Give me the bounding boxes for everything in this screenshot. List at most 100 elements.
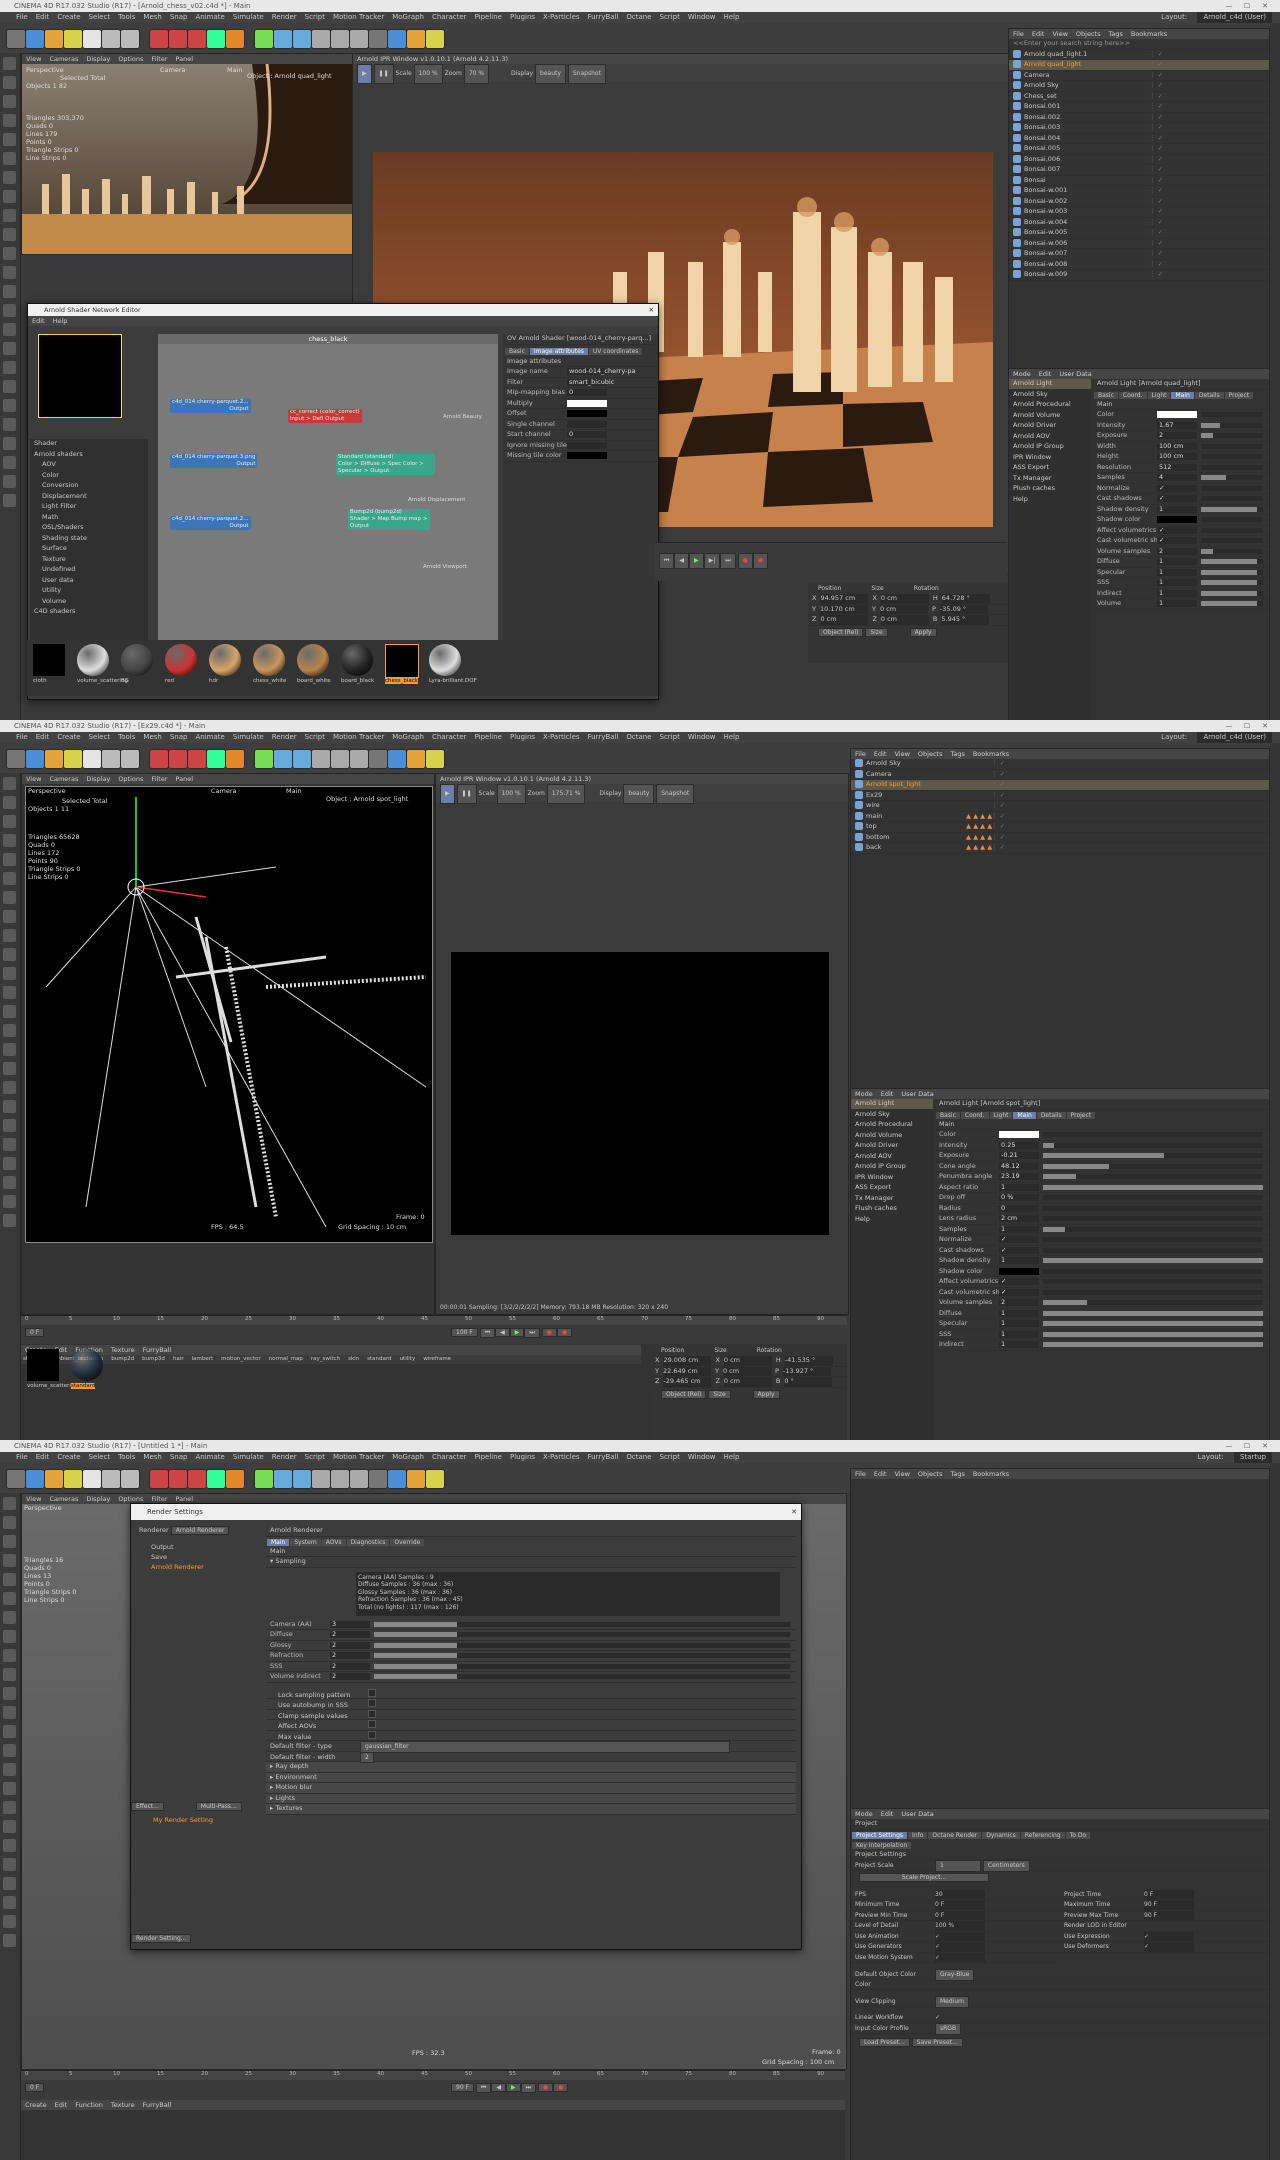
attribute-slider[interactable]: [1201, 569, 1263, 575]
menu-item[interactable]: Script: [660, 1452, 680, 1463]
object-row[interactable]: Camera ⋮ ✓: [851, 769, 1269, 780]
go-start-button[interactable]: ⏮: [475, 2083, 492, 2093]
tool-icon[interactable]: [3, 1024, 16, 1037]
toolbar-button[interactable]: [311, 29, 331, 49]
checkbox-row[interactable]: Max value: [266, 1730, 796, 1741]
tab[interactable]: Project: [1066, 1111, 1096, 1119]
tool-icon[interactable]: [3, 948, 16, 961]
display-select[interactable]: beauty: [623, 784, 655, 804]
tab[interactable]: System: [290, 1538, 321, 1546]
menu-item[interactable]: Motion Tracker: [333, 12, 384, 23]
setting-value[interactable]: ✓: [1144, 1931, 1194, 1941]
attribute-value[interactable]: 1: [999, 1320, 1039, 1327]
tool-icon[interactable]: [3, 967, 16, 980]
objmgr-menu-item[interactable]: Tags: [950, 1470, 964, 1478]
autokey-button[interactable]: ●: [553, 2083, 569, 2092]
attribute-slider[interactable]: [1201, 580, 1263, 585]
coord-field[interactable]: -41.535 °: [784, 1356, 833, 1366]
tool-icon[interactable]: [3, 209, 16, 222]
attribute-slider[interactable]: [1201, 601, 1263, 606]
attribute-value[interactable]: 1: [999, 1309, 1039, 1317]
attribute-value[interactable]: 1: [1157, 589, 1197, 597]
tab[interactable]: Light: [989, 1111, 1013, 1119]
attribute-value[interactable]: 2: [330, 1652, 370, 1659]
toolbar-button[interactable]: [425, 749, 445, 769]
shader-tree-item[interactable]: Volume: [30, 597, 148, 607]
shader-tree-item[interactable]: Utility: [30, 586, 148, 597]
filter-width-field[interactable]: 2: [360, 1751, 374, 1763]
arnold-menu-item[interactable]: Arnold Light: [1009, 379, 1091, 390]
toolbar-button[interactable]: [225, 749, 245, 769]
toolbar-button[interactable]: [273, 1469, 293, 1489]
toolbar-button[interactable]: [25, 1469, 45, 1489]
tool-icon[interactable]: [3, 1915, 16, 1928]
attribute-slider[interactable]: [374, 1653, 790, 1658]
tool-icon[interactable]: [3, 1687, 16, 1700]
material-swatch[interactable]: [121, 644, 153, 676]
attribute-value[interactable]: -0.21: [999, 1152, 1039, 1159]
material-tag[interactable]: ray_switch: [311, 1356, 340, 1362]
attribute-slider[interactable]: [1201, 422, 1263, 428]
attribute-value[interactable]: 2 cm: [999, 1215, 1039, 1222]
timeline[interactable]: 0 5 10 15 20 25 30 35 40 45 50 55 60 65 70 75 80 85 90 0 F…: [21, 1315, 847, 1344]
arnold-menu-item[interactable]: Arnold IP Group: [1009, 442, 1091, 453]
attr-value[interactable]: 0: [567, 431, 607, 438]
close-icon[interactable]: ✕: [1256, 720, 1274, 732]
visibility-dots[interactable]: ⋮ ✓: [991, 833, 1005, 843]
object-row[interactable]: Bonsai.007 ⋮ ✓: [1009, 165, 1269, 176]
visibility-dots[interactable]: ⋮ ✓: [1149, 165, 1163, 175]
toolbar-button[interactable]: [149, 749, 169, 769]
tool-icon[interactable]: [3, 1706, 16, 1719]
tab[interactable]: Coord.: [960, 1111, 989, 1119]
object-row[interactable]: Bonsai.006 ⋮ ✓: [1009, 154, 1269, 165]
material-tag[interactable]: hair: [173, 1356, 184, 1362]
tool-icon[interactable]: [3, 796, 16, 809]
object-row[interactable]: Bonsai.003 ⋮ ✓: [1009, 123, 1269, 134]
attribute-value[interactable]: 1: [999, 1341, 1039, 1348]
viewport-menu-item[interactable]: Filter: [151, 775, 167, 783]
tool-icon[interactable]: [3, 1062, 16, 1075]
object-row[interactable]: main ⋮ ✓ ▲ ▲ ▲ ▲: [851, 811, 1269, 822]
coord-field[interactable]: -35.09 °: [939, 604, 988, 614]
attribute-value[interactable]: ✓: [1157, 537, 1197, 544]
snapshot-button[interactable]: Snapshot: [567, 64, 606, 84]
attribute-slider[interactable]: [1043, 1237, 1263, 1242]
attribute-value[interactable]: ✓: [999, 1288, 1039, 1296]
minimize-icon[interactable]: —: [1220, 1440, 1238, 1452]
toolbar-button[interactable]: [82, 29, 102, 49]
object-row[interactable]: Bonsai-w.005 ⋮ ✓: [1009, 228, 1269, 239]
menu-item[interactable]: File: [16, 12, 28, 23]
object-row[interactable]: Bonsai.005 ⋮ ✓: [1009, 144, 1269, 155]
attribute-slider[interactable]: [1201, 433, 1263, 438]
save-preset-button[interactable]: Save Preset...: [911, 2037, 963, 2047]
object-row[interactable]: Bonsai-w.009 ⋮ ✓: [1009, 270, 1269, 281]
tab[interactable]: Referencing: [1020, 1831, 1065, 1839]
toolbar-button[interactable]: [168, 1469, 188, 1489]
visibility-dots[interactable]: ⋮ ✓: [1149, 155, 1163, 165]
coord-field[interactable]: 0 cm: [723, 1356, 772, 1366]
scale-field[interactable]: 100 %: [413, 64, 443, 84]
objmgr-menu-item[interactable]: View: [1052, 30, 1067, 38]
object-row[interactable]: Arnold spot_light ⋮ ✓: [851, 780, 1269, 791]
toolbar-button[interactable]: [292, 749, 312, 769]
toolbar-button[interactable]: [206, 1469, 226, 1489]
collapsed-section[interactable]: ▸ Lights: [266, 1793, 796, 1804]
menu-item[interactable]: Motion Tracker: [333, 1452, 384, 1463]
menu-item[interactable]: Octane: [626, 732, 651, 743]
maximize-icon[interactable]: ☐: [1238, 720, 1256, 732]
toolbar-button[interactable]: [425, 1469, 445, 1489]
toolbar-button[interactable]: [120, 1469, 140, 1489]
tool-icon[interactable]: [3, 190, 16, 203]
material-tag[interactable]: utility: [400, 1356, 416, 1362]
arnold-menu-item[interactable]: IPR Window: [851, 1173, 933, 1183]
attribute-slider[interactable]: [1043, 1216, 1263, 1221]
tool-icon[interactable]: [3, 1005, 16, 1018]
coord-field[interactable]: 10.170 cm: [819, 604, 868, 614]
tool-icon[interactable]: [3, 1801, 16, 1814]
object-row[interactable]: Arnold quad_light ⋮ ✓: [1009, 60, 1269, 71]
arnold-menu-item[interactable]: Arnold Sky: [851, 1110, 933, 1120]
checkbox-row[interactable]: Affect AOVs: [266, 1720, 796, 1731]
node-color-correct[interactable]: cc_correct (color_correct) Input > Defi O…: [288, 409, 362, 423]
object-row[interactable]: Bonsai ⋮ ✓: [1009, 175, 1269, 186]
material-swatch[interactable]: [209, 644, 241, 676]
